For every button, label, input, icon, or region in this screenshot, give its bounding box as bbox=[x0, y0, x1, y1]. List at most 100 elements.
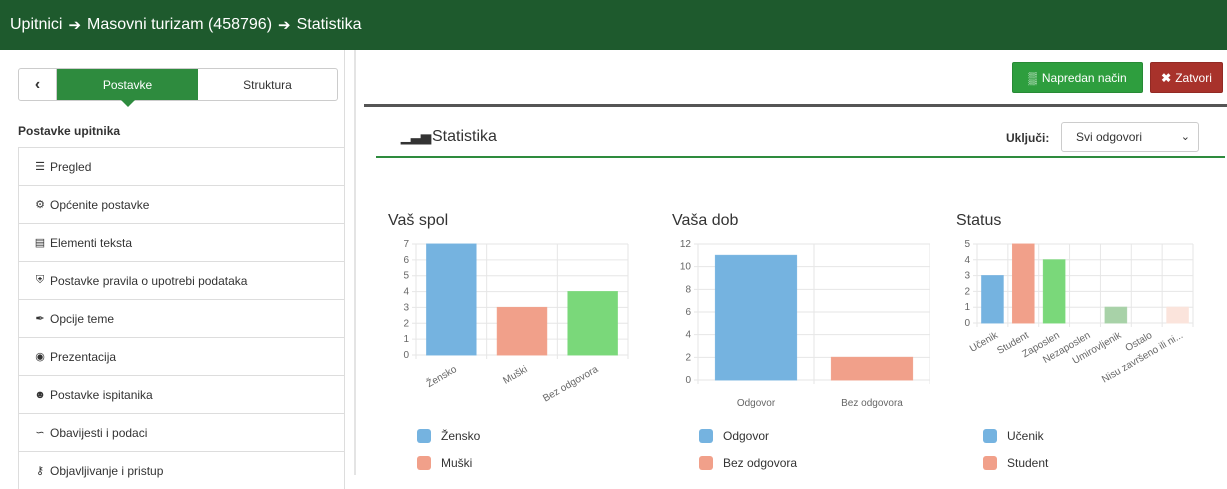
bar-bez-odgovora[interactable] bbox=[567, 291, 618, 356]
sidebar-item-label: Općenite postavke bbox=[50, 197, 150, 212]
legend-item[interactable]: Žensko bbox=[417, 429, 480, 443]
rss-icon: ∽ bbox=[35, 427, 45, 439]
include-label: Uključi: bbox=[1006, 131, 1050, 145]
bar-umirovljenik[interactable] bbox=[1104, 306, 1128, 324]
sidebar-item-obavijesti[interactable]: ∽ Obavijesti i podaci bbox=[18, 413, 345, 451]
arrow-right-icon: ➔ bbox=[68, 17, 82, 34]
legend-label: Žensko bbox=[441, 429, 481, 443]
sidebar-item-label: Pregled bbox=[50, 159, 92, 174]
y-tick-label: 0 bbox=[403, 350, 409, 361]
chart-dob: 0 2 4 6 8 10 12 Odgovor Bez odgovora bbox=[680, 239, 930, 409]
sidebar-item-label: Postavke pravila o upotrebi podataka bbox=[50, 273, 248, 288]
y-tick-label: 0 bbox=[964, 318, 970, 329]
bar-zaposlen[interactable] bbox=[1042, 259, 1066, 324]
advanced-mode-button[interactable]: ▒ Napredan način bbox=[1012, 62, 1143, 93]
legend-item[interactable]: Odgovor bbox=[699, 429, 769, 443]
breadcrumb: Upitnici ➔ Masovni turizam (458796) ➔ St… bbox=[0, 0, 1227, 50]
close-icon: ✖ bbox=[1161, 70, 1172, 85]
sidebar-menu: ☰ Pregled ⚙ Općenite postavke ▤ Elementi… bbox=[18, 147, 345, 489]
legend-swatch bbox=[699, 456, 713, 470]
y-tick-label: 4 bbox=[403, 287, 409, 298]
users-icon: ☻ bbox=[34, 388, 46, 401]
legend-item[interactable]: Bez odgovora bbox=[699, 456, 797, 470]
bar-u-enik[interactable] bbox=[981, 275, 1004, 324]
toolbar-separator bbox=[364, 104, 1227, 107]
panel-divider[interactable] bbox=[354, 50, 356, 475]
chart-spol: 0 1 2 3 4 5 6 7 Žensko Muški Bez odgovora bbox=[403, 239, 629, 405]
bar-odgovor[interactable] bbox=[714, 254, 798, 381]
include-select[interactable]: Svi odgovori ⌄ bbox=[1061, 122, 1199, 152]
x-tick-label: Bez odgovora bbox=[841, 398, 903, 409]
sidebar-item-label: Opcije teme bbox=[50, 311, 115, 326]
y-tick-label: 2 bbox=[403, 318, 409, 329]
legend-item[interactable]: Student bbox=[983, 456, 1048, 470]
sidebar-item-pregled[interactable]: ☰ Pregled bbox=[18, 147, 345, 185]
legend-swatch bbox=[417, 456, 431, 470]
legend-swatch bbox=[983, 429, 997, 443]
y-tick-label: 10 bbox=[680, 262, 692, 273]
chart-status: 012345UčenikStudentZaposlenNezaposlenUmi… bbox=[964, 239, 1194, 385]
page-title: Statistika bbox=[432, 128, 497, 145]
sidebar: ‹ Postavke Struktura Postavke upitnika ☰… bbox=[0, 50, 345, 489]
chevron-down-icon: ⌄ bbox=[1180, 131, 1190, 143]
y-tick-label: 12 bbox=[680, 239, 692, 250]
y-tick-label: 3 bbox=[964, 271, 970, 282]
sidebar-item-label: Elementi teksta bbox=[50, 235, 133, 250]
shield-icon: ⛨ bbox=[35, 274, 45, 286]
eye-slash-icon: ◉ bbox=[35, 351, 45, 363]
sidebar-tabs: ‹ Postavke Struktura bbox=[18, 68, 338, 107]
y-tick-label: 2 bbox=[685, 352, 691, 363]
sidebar-item-opcije-teme[interactable]: ✒ Opcije teme bbox=[18, 299, 345, 337]
chart-title-spol: Vaš spol bbox=[388, 212, 449, 229]
key-icon: ⚷ bbox=[35, 465, 45, 477]
y-tick-label: 0 bbox=[685, 375, 691, 386]
y-tick-label: 8 bbox=[685, 284, 691, 295]
legend-item[interactable]: Muški bbox=[417, 456, 472, 470]
close-button[interactable]: ✖ Zatvori bbox=[1150, 62, 1223, 93]
legend-label: Bez odgovora bbox=[723, 456, 798, 470]
advanced-mode-label: Napredan način bbox=[1041, 70, 1127, 85]
sidebar-item-elementi-teksta[interactable]: ▤ Elementi teksta bbox=[18, 223, 345, 261]
chart-title-dob: Vaša dob bbox=[672, 212, 739, 229]
y-tick-label: 4 bbox=[964, 255, 970, 266]
breadcrumb-item-upitnici[interactable]: Upitnici bbox=[10, 16, 62, 34]
close-label: Zatvori bbox=[1175, 70, 1212, 85]
sidebar-heading: Postavke upitnika bbox=[18, 124, 121, 138]
sidebar-item-objavljivanje[interactable]: ⚷ Objavljivanje i pristup bbox=[18, 451, 345, 489]
tab-struktura[interactable]: Struktura bbox=[198, 69, 337, 100]
bar-bez-odgovora[interactable] bbox=[830, 356, 914, 381]
back-button[interactable]: ‹ bbox=[19, 69, 57, 100]
list-icon: ☰ bbox=[35, 161, 45, 173]
legend-label: Muški bbox=[441, 456, 473, 470]
x-tick-label: Žensko bbox=[424, 362, 459, 390]
legend-swatch bbox=[417, 429, 431, 443]
x-tick-label: Bez odgovora bbox=[541, 364, 600, 405]
brush-icon: ✒ bbox=[35, 313, 45, 325]
legend-item[interactable]: Učenik bbox=[983, 429, 1044, 443]
sidebar-item-prezentacija[interactable]: ◉ Prezentacija bbox=[18, 337, 345, 375]
breadcrumb-item-survey[interactable]: Masovni turizam (458796) bbox=[87, 16, 272, 34]
sidebar-item-label: Objavljivanje i pristup bbox=[50, 463, 164, 478]
x-tick-label: Muški bbox=[501, 364, 529, 387]
y-tick-label: 3 bbox=[403, 302, 409, 313]
legend-label: Učenik bbox=[1007, 429, 1044, 443]
sidebar-item-ispitanika[interactable]: ☻ Postavke ispitanika bbox=[18, 375, 345, 413]
include-select-value: Svi odgovori bbox=[1076, 130, 1143, 144]
bar-chart-icon: ▒ bbox=[1028, 70, 1037, 85]
y-tick-label: 1 bbox=[964, 302, 970, 313]
legend-label: Odgovor bbox=[723, 429, 770, 443]
bar--ensko[interactable] bbox=[426, 243, 477, 356]
legend-swatch bbox=[699, 429, 713, 443]
y-tick-label: 2 bbox=[964, 286, 970, 297]
sidebar-item-opcenite-postavke[interactable]: ⚙ Općenite postavke bbox=[18, 185, 345, 223]
bar-student[interactable] bbox=[1011, 243, 1035, 324]
breadcrumb-item-statistika: Statistika bbox=[296, 16, 362, 33]
sidebar-item-label: Postavke ispitanika bbox=[50, 387, 153, 402]
tab-postavke[interactable]: Postavke bbox=[57, 69, 198, 107]
legend-label: Student bbox=[1007, 456, 1049, 470]
bar-mu-ki[interactable] bbox=[496, 306, 548, 356]
file-text-icon: ▤ bbox=[34, 237, 46, 249]
sidebar-item-pravila[interactable]: ⛨ Postavke pravila o upotrebi podataka bbox=[18, 261, 345, 299]
x-tick-label: Odgovor bbox=[737, 398, 776, 409]
bar-nisu-zavr-eno-ili-ni-[interactable] bbox=[1166, 306, 1189, 324]
